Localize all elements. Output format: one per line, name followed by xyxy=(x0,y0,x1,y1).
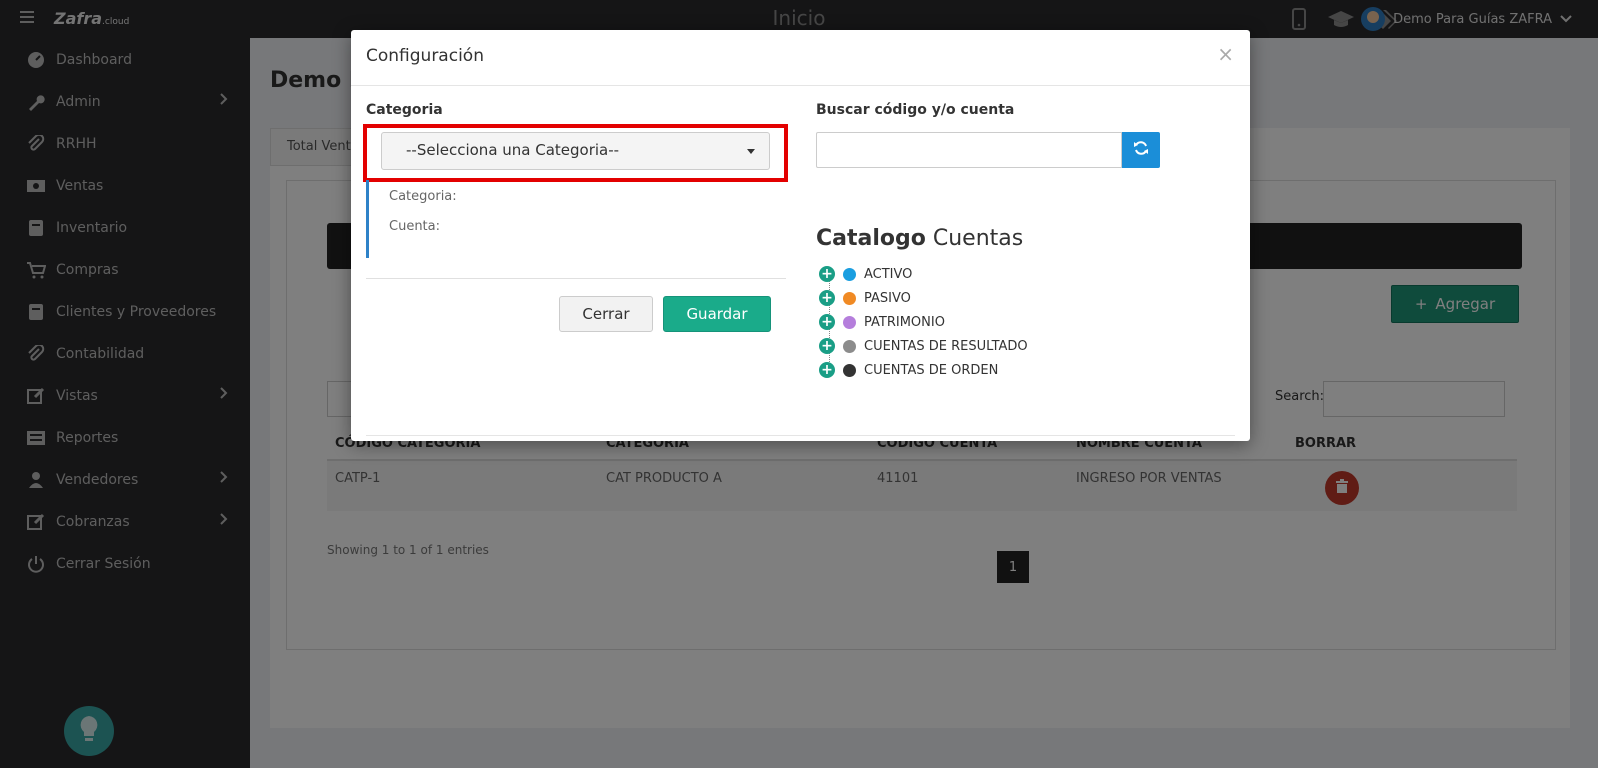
divider xyxy=(366,278,786,279)
expand-plus-icon[interactable]: + xyxy=(819,266,835,282)
node-color-dot xyxy=(843,363,856,377)
buscar-label: Buscar código y/o cuenta xyxy=(816,102,1015,118)
node-color-dot xyxy=(843,291,856,305)
tree-node-pasivo[interactable]: + PASIVO xyxy=(819,286,1079,310)
modal-footer-divider xyxy=(366,435,1235,436)
tree-node-patrimonio[interactable]: + PATRIMONIO xyxy=(819,310,1079,334)
node-label: ACTIVO xyxy=(864,266,913,282)
expand-plus-icon[interactable]: + xyxy=(819,290,835,306)
refresh-icon xyxy=(1133,140,1149,160)
info-categoria: Categoria: xyxy=(389,189,457,204)
expand-plus-icon[interactable]: + xyxy=(819,362,835,378)
node-color-dot xyxy=(843,315,856,329)
catalog-title: Catalogo Cuentas xyxy=(816,226,1023,251)
categoria-label: Categoria xyxy=(366,102,443,118)
expand-plus-icon[interactable]: + xyxy=(819,338,835,354)
close-icon[interactable]: × xyxy=(1217,42,1234,66)
node-color-dot xyxy=(843,267,856,281)
info-accent-bar xyxy=(366,180,369,258)
node-label: CUENTAS DE RESULTADO xyxy=(864,338,1028,354)
guardar-button[interactable]: Guardar xyxy=(663,296,771,332)
tree-node-cuentas-resultado[interactable]: + CUENTAS DE RESULTADO xyxy=(819,334,1079,358)
highlight-box xyxy=(363,124,788,182)
modal-title: Configuración xyxy=(366,46,484,66)
buscar-input[interactable] xyxy=(816,132,1122,168)
tree-node-cuentas-orden[interactable]: + CUENTAS DE ORDEN xyxy=(819,358,1079,382)
node-color-dot xyxy=(843,339,856,353)
catalog-title-bold: Catalogo xyxy=(816,226,926,251)
refresh-button[interactable] xyxy=(1122,132,1160,168)
catalog-title-rest: Cuentas xyxy=(932,226,1024,251)
node-label: PASIVO xyxy=(864,290,911,306)
cerrar-button[interactable]: Cerrar xyxy=(559,296,653,332)
tree-node-activo[interactable]: + ACTIVO xyxy=(819,262,1079,286)
modal-header: Configuración × xyxy=(351,30,1250,86)
info-cuenta: Cuenta: xyxy=(389,219,440,234)
node-label: PATRIMONIO xyxy=(864,314,945,330)
node-label: CUENTAS DE ORDEN xyxy=(864,362,999,378)
expand-plus-icon[interactable]: + xyxy=(819,314,835,330)
configuracion-modal: Configuración × Categoria --Selecciona u… xyxy=(351,30,1250,441)
